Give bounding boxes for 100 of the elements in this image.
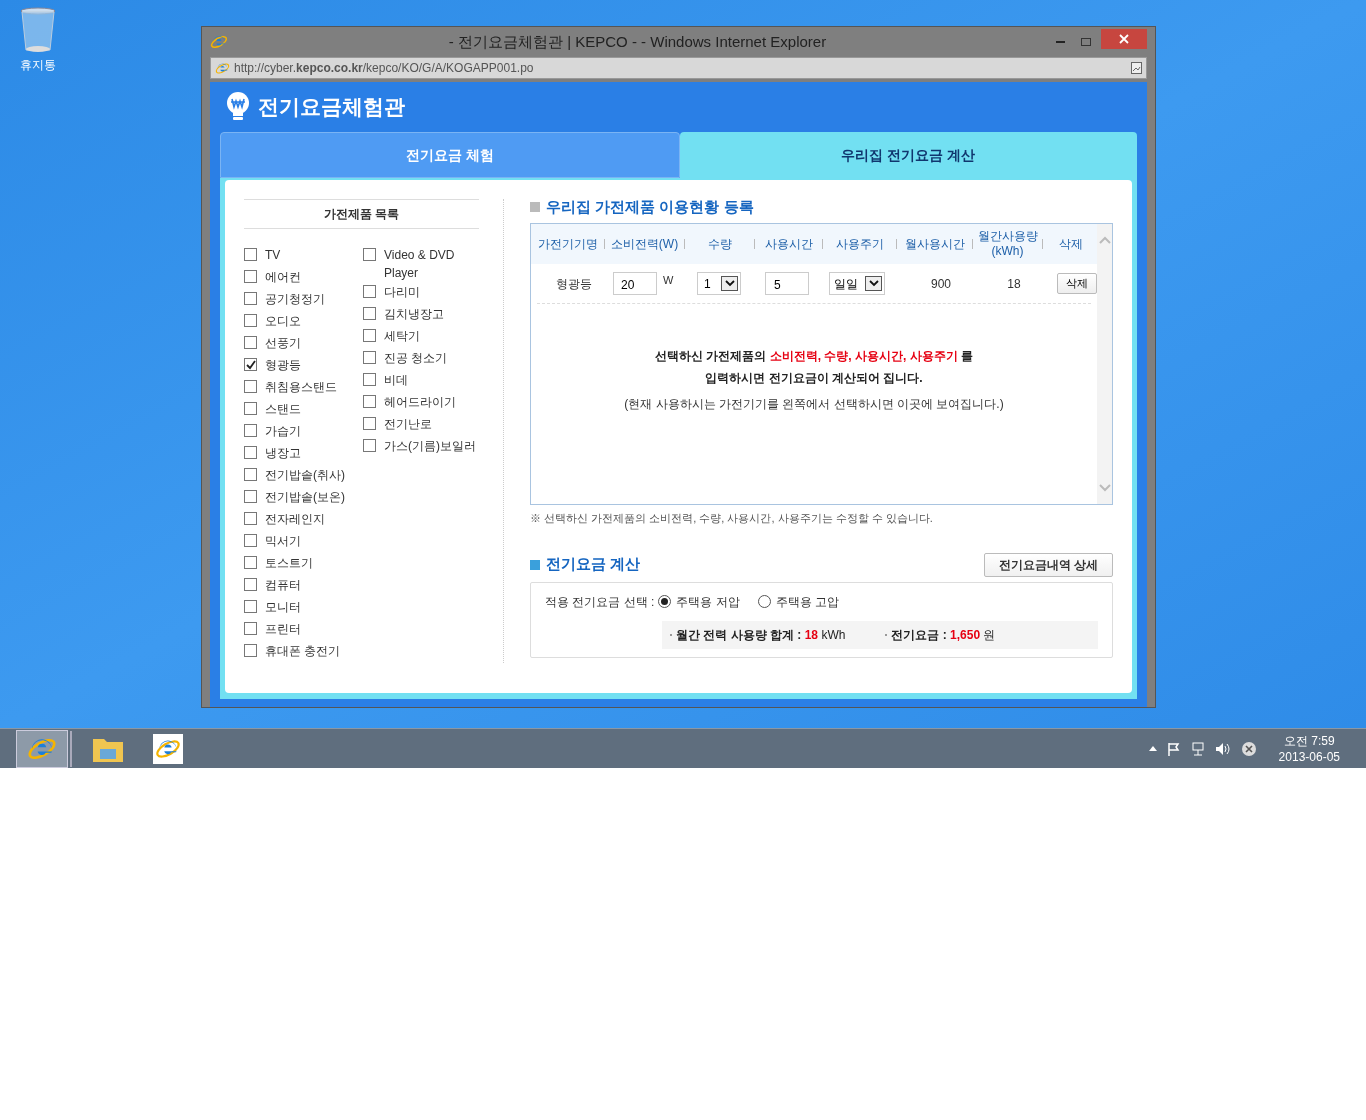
desktop-icon-label: 휴지통 [20,57,56,74]
lightbulb-won-icon [226,92,250,122]
window-title: - 전기요금체험관 | KEPCO - - Windows Internet Explorer [447,31,828,52]
checkbox[interactable] [244,644,257,657]
clock-time: 오전 7:59 [1283,732,1335,749]
checkbox[interactable] [244,292,257,305]
summary-text: 월간 전력 사용량 합계 : 18 kWh [676,626,846,644]
detail-button[interactable]: 전기요금내역 상세 [983,552,1113,577]
radio-label: 주택용 고압 [775,593,840,611]
checkbox[interactable] [363,285,376,298]
appliance-label: 휴대폰 충전기 [265,643,342,660]
checkbox[interactable] [363,248,376,261]
checkbox[interactable] [244,380,257,393]
speaker-icon[interactable] [1214,741,1231,756]
checkbox[interactable] [244,490,257,503]
checkbox[interactable] [244,600,257,613]
checkbox[interactable] [363,329,376,342]
checkbox[interactable] [244,534,257,547]
checkbox[interactable] [244,358,257,371]
table-cell-text: 형광등 [555,275,593,293]
column-header: 가전기기명 [536,236,599,252]
list-header: 가전제품 목록 [244,199,479,229]
appliance-label: 컴퓨터 [265,577,302,594]
unit-label: W [663,273,674,289]
column-header: 수량 [706,236,733,252]
appliance-label: 세탁기 [384,328,421,345]
tab[interactable]: 우리집 전기요금 계산 [679,132,1137,178]
taskbar-browser-button[interactable] [16,729,68,768]
appliance-label: 진공 청소기 [384,350,449,367]
table-cell-text: 18 [1006,275,1022,293]
section-title: 우리집 가전제품 이용현황 등록 [546,196,754,217]
appliance-label: 헤어드라이기 [384,394,457,411]
checkbox[interactable] [363,417,376,430]
appliance-label: 가습기 [265,423,302,440]
table-cell-text: 900 [930,275,952,293]
quantity-select[interactable]: 1 [697,272,741,295]
checkbox[interactable] [244,468,257,481]
delete-button[interactable]: 삭제 [1057,273,1097,294]
dropdown-caret-icon [865,276,882,291]
address-bar[interactable]: http://cyber.kepco.co.kr/kepco/KO/G/A/KOGAPP001.po [210,57,1147,79]
checkbox[interactable] [363,439,376,452]
appliance-label: 냉장고 [265,445,302,462]
checkbox[interactable] [363,351,376,364]
network-icon[interactable] [1190,741,1205,756]
appliance-label: 프린터 [265,621,302,638]
show-hidden-icons-icon[interactable] [1148,746,1157,751]
checkbox[interactable] [244,556,257,569]
radio-button[interactable] [658,595,672,608]
checkbox[interactable] [244,402,257,415]
appliance-label: 에어컨 [265,269,302,286]
appliance-label: 비데 [384,372,409,389]
checkbox[interactable] [244,248,257,261]
checkbox[interactable] [244,270,257,283]
radio-label: 주택용 저압 [676,593,740,611]
checkbox[interactable] [363,395,376,408]
close-icon [1119,34,1129,44]
close-button[interactable] [1101,29,1147,49]
appliance-label: Video & DVD Player [384,247,456,282]
appliance-label: 토스트기 [265,555,314,572]
trash-bin-icon[interactable] [19,6,57,54]
note-text: ※ 선택하신 가전제품의 소비전력, 수량, 사용시간, 사용주기는 수정할 수 있습니다. [530,511,934,526]
appliance-label: 가스(기름)보일러 [384,438,477,455]
section-marker-icon [530,202,540,212]
checkbox[interactable] [244,578,257,591]
checkbox[interactable] [363,373,376,386]
checkbox[interactable] [244,512,257,525]
appliance-label: 공기청정기 [265,291,326,308]
checkbox[interactable] [244,424,257,437]
hours-input[interactable]: 5 [765,272,809,295]
page-title: 전기요금체험관 [258,94,405,121]
radio-button[interactable] [757,595,771,608]
appliance-label: 전자레인지 [265,511,326,528]
column-header: 삭제 [1058,236,1084,252]
checkbox[interactable] [244,622,257,635]
column-header: 월사용시간 [903,236,966,252]
flag-icon[interactable] [1166,741,1181,756]
instruction-text: 입력하시면 전기요금이 계산되어 집니다. [705,370,923,387]
checkbox[interactable] [244,446,257,459]
column-header: 월간사용량 (kWh) [976,229,1039,259]
instruction-text: 선택하신 가전제품의 소비전력, 수량, 사용시간, 사용주기 를 [655,348,973,365]
appliance-label: 믹서기 [265,533,302,550]
appliance-label: 스탠드 [265,401,302,418]
appliance-label: 전기밥솥(보온) [265,489,346,506]
appliance-label: 전기밥솥(취사) [265,467,346,484]
close-circle-icon[interactable] [1240,740,1257,757]
appliance-label: TV [265,247,282,264]
column-header: 소비전력(W) [609,236,680,252]
appliance-label: 형광등 [265,357,302,374]
address-text: http://cyber.kepco.co.kr/kepco/KO/G/A/KOGAPP001.po [234,60,535,77]
cycle-select[interactable]: 일일 [829,272,885,295]
appliance-label: 다리미 [384,284,421,301]
section-marker-icon [530,559,540,570]
checkbox[interactable] [363,307,376,320]
checkbox[interactable] [244,336,257,349]
hint-text: (현재 사용하시는 가전기기를 왼쪽에서 선택하시면 이곳에 보여집니다.) [624,396,1004,413]
clock[interactable]: 오전 7:59 2013-06-05 [1278,732,1340,765]
power-input[interactable]: 20 [613,272,657,295]
column-header: 사용시간 [763,236,814,252]
bullet-icon [885,633,888,636]
checkbox[interactable] [244,314,257,327]
